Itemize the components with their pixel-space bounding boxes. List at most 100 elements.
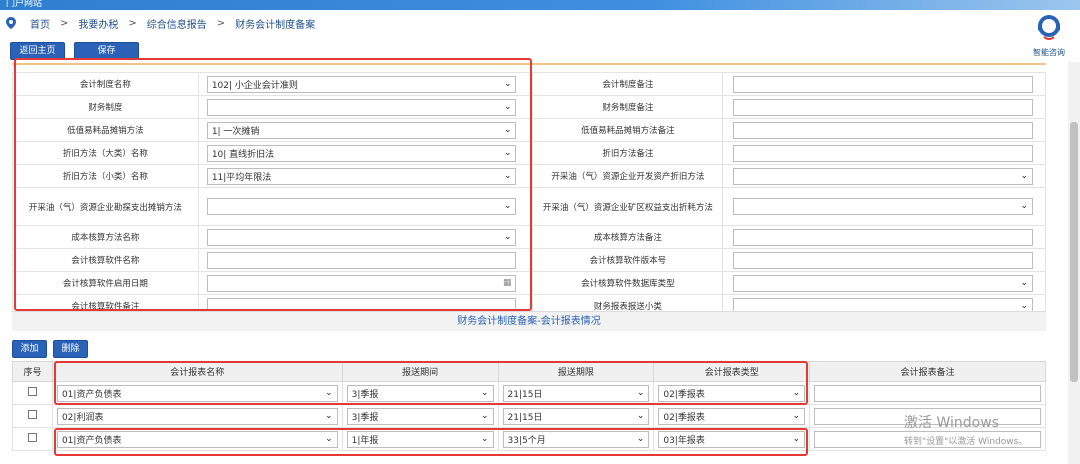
left-field-input[interactable] [206,251,517,269]
location-pin-icon [6,17,16,29]
report-name-select[interactable]: 02|利润表 ⌄ [56,407,338,425]
left-field-select[interactable]: ⌄ [206,198,517,215]
chevron-down-icon: ⌄ [636,410,645,421]
row-checkbox-cell [12,427,53,451]
left-field-value: 11|平均年限法 [211,172,272,183]
breadcrumb-current: 财务会计制度备案 [235,19,316,31]
left-field-value: 102| 小企业会计准则 [211,80,298,91]
chevron-down-icon: ⌄ [792,387,801,398]
form-cell: 10| 直线折旧法 ⌄ [197,141,534,165]
accounting-system-form: 会计制度名称 102| 小企业会计准则 ⌄ 会计制度备注 财务制度 ⌄ 财务制度备注 低值易耗… [12,72,1046,318]
right-field-input[interactable] [733,251,1033,269]
chevron-down-icon: ⌄ [325,433,333,444]
report-period-select[interactable]: 3|季报 ⌄ [346,384,494,402]
left-field-select[interactable]: 11|平均年限法 ⌄ [206,167,517,185]
report-name-value: 01|资产负债表 [61,435,122,446]
chevron-down-icon: ⌄ [480,410,489,421]
save-button[interactable]: 保存 [74,42,139,60]
report-period-value: 1|年报 [351,435,379,446]
chevron-down-icon: ⌄ [636,387,645,398]
right-field-select[interactable]: ⌄ [733,167,1033,185]
form-cell: 11|平均年限法 ⌄ [197,164,534,188]
grid-cell: 01|资产负债表 ⌄ [51,427,343,451]
right-field-input[interactable] [733,228,1033,246]
add-row-button[interactable]: 添加 [12,340,47,358]
report-deadline-select[interactable]: 21|15日 ⌄ [502,407,650,425]
breadcrumb-separator: > [60,17,69,29]
form-label: 低值易耗品摊销方法备注 [532,118,724,142]
right-field-select[interactable]: ⌄ [733,274,1033,292]
report-table: 序号 会计报表名称 报送期间 报送期限 会计报表类型 会计报表备注 01|资产负… [12,361,1046,451]
report-type-select[interactable]: 03|年报表 ⌄ [658,430,806,448]
report-deadline-value: 21|15日 [507,389,543,400]
report-name-select[interactable]: 01|资产负债表 ⌄ [56,384,338,402]
back-home-button[interactable]: 返回主页 [10,42,65,60]
right-field-input[interactable] [733,144,1033,162]
report-type-select[interactable]: 02|季报表 ⌄ [658,384,806,402]
smart-assistant-button[interactable]: 智能咨询 [1028,14,1070,58]
form-cell: ⌄ [197,187,534,226]
form-label: 低值易耗品摊销方法 [12,118,199,142]
left-field-select[interactable]: 1| 一次摊销 ⌄ [206,121,517,139]
scrollbar-thumb[interactable] [1070,122,1078,382]
form-cell: ⌄ [197,225,534,249]
top-header-bar: 门户网站 [0,0,1080,10]
form-label: 成本核算方法名称 [12,225,199,249]
left-field-date[interactable]: ▦ [206,274,517,292]
row-checkbox[interactable] [27,410,37,419]
breadcrumb-home[interactable]: 首页 [30,16,50,31]
row-checkbox-cell [12,381,53,405]
report-period-value: 3|季报 [351,412,379,423]
chevron-down-icon: ⌄ [325,387,333,398]
assistant-label: 智能咨询 [1033,48,1065,57]
report-type-select[interactable]: 02|季报表 ⌄ [658,407,806,425]
breadcrumb-separator: > [128,17,137,29]
delete-row-button[interactable]: 删除 [53,340,88,358]
form-label: 会计制度名称 [12,72,199,96]
headset-icon [1038,15,1060,40]
report-period-select[interactable]: 3|季报 ⌄ [346,407,494,425]
form-cell: 102| 小企业会计准则 ⌄ [197,72,534,96]
breadcrumb-report[interactable]: 综合信息报告 [147,16,207,31]
report-period-select[interactable]: 1|年报 ⌄ [346,430,494,448]
report-period-value: 3|季报 [351,389,379,400]
left-field-select[interactable]: 102| 小企业会计准则 ⌄ [206,75,517,93]
row-checkbox[interactable] [27,433,37,442]
right-field-input[interactable] [733,121,1033,139]
chevron-down-icon: ⌄ [503,78,512,89]
grid-cell: 01|资产负债表 ⌄ [51,381,343,405]
report-remark-input[interactable] [814,384,1041,402]
left-field-select[interactable]: 10| 直线折旧法 ⌄ [206,144,517,162]
row-checkbox-cell [12,404,53,428]
breadcrumb-separator: > [216,17,226,29]
column-header: 序号 [12,361,53,382]
form-label: 折旧方法（大类）名称 [12,141,199,165]
report-deadline-select[interactable]: 21|15日 ⌄ [502,384,650,402]
form-label: 折旧方法（小类）名称 [12,164,199,188]
form-cell: 1| 一次摊销 ⌄ [197,118,534,142]
form-row: 财务制度 ⌄ 财务制度备注 [12,95,1046,119]
right-field-input[interactable] [733,75,1033,93]
right-field-select[interactable]: ⌄ [733,198,1033,215]
form-label: 会计核算软件版本号 [532,248,724,272]
grid-cell: 03|年报表 ⌄ [653,427,811,451]
report-deadline-select[interactable]: 33|5个月 ⌄ [502,430,650,448]
form-label: 折旧方法备注 [532,141,724,165]
report-type-value: 02|季报表 [663,389,705,400]
left-field-select[interactable]: ⌄ [206,98,517,116]
left-field-select[interactable]: ⌄ [206,228,517,246]
form-cell [722,118,1046,142]
calendar-icon[interactable]: ▦ [503,278,512,288]
vertical-scrollbar[interactable] [1068,62,1080,464]
grid-cell: 21|15日 ⌄ [497,381,655,405]
chevron-down-icon: ⌄ [325,410,333,421]
breadcrumb-tax[interactable]: 我要办税 [78,16,118,31]
row-checkbox[interactable] [27,387,37,396]
right-field-input[interactable] [733,98,1033,116]
report-name-select[interactable]: 01|资产负债表 ⌄ [56,430,338,448]
chevron-down-icon: ⌄ [792,410,801,421]
chevron-down-icon: ⌄ [1020,277,1028,288]
form-label: 成本核算方法备注 [532,225,724,249]
column-header: 会计报表名称 [51,361,343,382]
form-cell: ⌄ [722,271,1046,295]
